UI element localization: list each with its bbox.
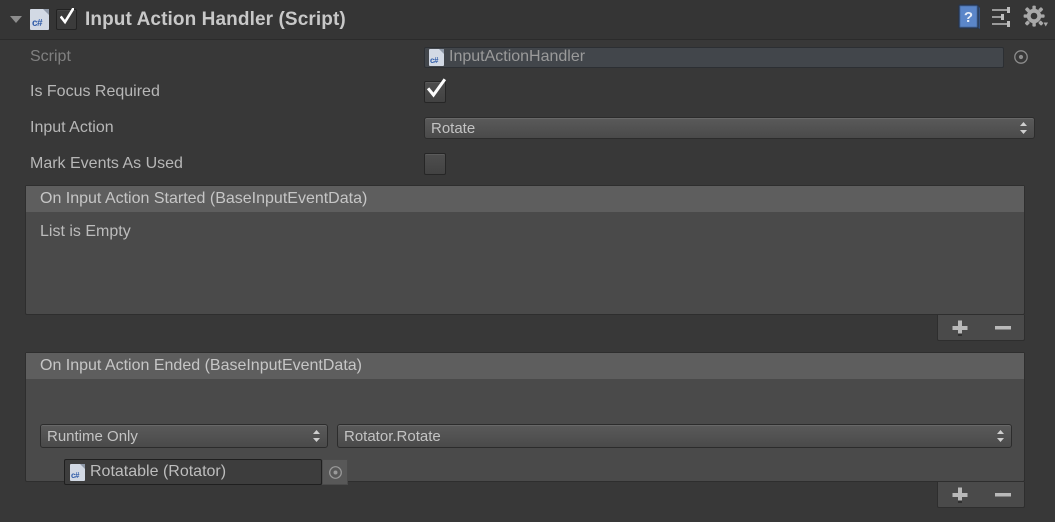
list-empty-label: List is Empty	[40, 223, 131, 240]
script-label: Script	[30, 48, 71, 65]
checkmark-icon	[426, 78, 446, 98]
mark-events-as-used-label: Mark Events As Used	[30, 155, 183, 172]
input-action-dropdown[interactable]: Rotate	[424, 117, 1035, 139]
csharp-script-icon: c#	[429, 48, 444, 66]
csharp-icon-label: c#	[32, 18, 43, 29]
remove-event-button[interactable]	[986, 318, 1020, 338]
event-add-remove-bar	[937, 315, 1025, 341]
row-script: Script c# InputActionHandler	[0, 40, 1055, 74]
foldout-arrow-icon[interactable]	[8, 12, 24, 28]
csharp-icon-label: c#	[430, 55, 438, 65]
minus-icon	[994, 325, 1011, 329]
csharp-icon-label: c#	[71, 470, 79, 480]
target-object-value: Rotatable (Rotator)	[90, 463, 227, 480]
event-panel-on-input-action-ended: On Input Action Ended (BaseInputEventDat…	[25, 352, 1025, 485]
gear-icon[interactable]	[1023, 5, 1049, 33]
target-object-picker-button[interactable]	[322, 459, 348, 485]
add-event-button[interactable]	[943, 485, 977, 505]
help-icon[interactable]: ?	[957, 4, 981, 34]
script-value: InputActionHandler	[449, 48, 586, 65]
call-state-value: Runtime Only	[47, 427, 138, 445]
preset-icon[interactable]	[990, 6, 1014, 32]
header-icon-group: ?	[957, 4, 1049, 34]
target-object-field[interactable]: c# Rotatable (Rotator)	[64, 459, 322, 485]
event-body: List is Empty	[26, 213, 1024, 314]
minus-icon	[994, 492, 1011, 496]
unity-inspector-component: c# Input Action Handler (Script) ? Scrip…	[0, 0, 1055, 522]
object-picker-icon[interactable]	[1013, 49, 1029, 65]
plus-icon	[952, 487, 967, 503]
method-dropdown[interactable]: Rotator.Rotate	[337, 424, 1012, 448]
add-event-button[interactable]	[943, 318, 977, 338]
svg-text:?: ?	[964, 9, 973, 26]
row-input-action: Input Action Rotate	[0, 110, 1055, 146]
event-body: Runtime Only Rotator.Rotate c# Rotatable…	[26, 380, 1024, 485]
chevron-updown-icon	[997, 430, 1004, 442]
event-header-label: On Input Action Started (BaseInputEventD…	[40, 190, 368, 207]
event-entry-row: Runtime Only Rotator.Rotate	[40, 424, 1012, 448]
mark-events-as-used-checkbox[interactable]	[424, 153, 446, 175]
event-header: On Input Action Started (BaseInputEventD…	[26, 186, 1024, 213]
row-mark-events-as-used: Mark Events As Used	[0, 146, 1055, 182]
remove-event-button[interactable]	[986, 485, 1020, 505]
is-focus-required-label: Is Focus Required	[30, 83, 160, 100]
event-header: On Input Action Ended (BaseInputEventDat…	[26, 353, 1024, 380]
csharp-script-icon: c#	[30, 9, 49, 30]
csharp-script-icon: c#	[70, 463, 85, 481]
input-action-label: Input Action	[30, 119, 114, 136]
plus-icon	[952, 320, 967, 336]
event-panel-on-input-action-started: On Input Action Started (BaseInputEventD…	[25, 185, 1025, 315]
chevron-updown-icon	[313, 430, 320, 442]
event-add-remove-bar	[937, 482, 1025, 508]
method-value: Rotator.Rotate	[344, 427, 441, 445]
row-is-focus-required: Is Focus Required	[0, 74, 1055, 110]
component-header[interactable]: c# Input Action Handler (Script) ?	[0, 0, 1055, 40]
call-state-dropdown[interactable]: Runtime Only	[40, 424, 328, 448]
object-picker-icon	[328, 465, 342, 479]
is-focus-required-checkbox[interactable]	[424, 78, 446, 103]
script-object-field[interactable]: c# InputActionHandler	[424, 46, 1004, 68]
input-action-value: Rotate	[431, 119, 476, 137]
event-target-row: c# Rotatable (Rotator)	[64, 459, 348, 485]
checkmark-icon	[60, 8, 74, 25]
component-title: Input Action Handler (Script)	[85, 8, 346, 30]
component-enabled-checkbox[interactable]	[56, 8, 77, 30]
chevron-updown-icon	[1020, 122, 1027, 134]
event-header-label: On Input Action Ended (BaseInputEventDat…	[40, 357, 362, 374]
